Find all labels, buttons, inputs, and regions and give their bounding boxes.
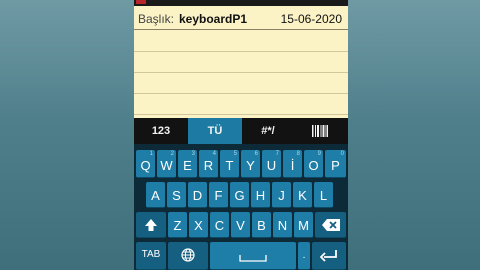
key-a[interactable]: A [146, 182, 165, 208]
key-hint: 3 [191, 151, 195, 157]
key-label: N [277, 218, 288, 233]
space-key[interactable] [210, 242, 296, 270]
key-label: H [255, 188, 266, 203]
space-bar-icon [239, 255, 267, 262]
key-l[interactable]: L [314, 182, 333, 208]
language-key[interactable] [168, 242, 208, 270]
key-v[interactable]: V [231, 212, 250, 238]
key-t[interactable]: 5T [220, 150, 239, 178]
tab-barcode[interactable] [294, 118, 348, 144]
key-label: J [278, 188, 285, 203]
key-q[interactable]: 1Q [136, 150, 155, 178]
key-label: K [298, 188, 307, 203]
key-label: İ [290, 158, 295, 173]
backspace-icon [322, 219, 340, 231]
key-x[interactable]: X [189, 212, 208, 238]
tab-key[interactable]: TAB [136, 242, 166, 270]
key-u[interactable]: 7U [262, 150, 281, 178]
key-label: S [172, 188, 181, 203]
key-label: G [234, 188, 245, 203]
key-hint: 6 [254, 151, 258, 157]
key-m[interactable]: M [294, 212, 313, 238]
key-label: A [151, 188, 160, 203]
key-label: Q [140, 158, 151, 173]
key-label: X [194, 218, 203, 233]
key-p[interactable]: 0P [325, 150, 346, 178]
key-label: M [298, 218, 309, 233]
phone-screen: Başlık: keyboardP1 15-06-2020 123 TÜ #*/ [134, 0, 348, 270]
key-hint: 7 [275, 151, 279, 157]
key-label: W [160, 158, 173, 173]
note-header: Başlık: keyboardP1 15-06-2020 [134, 6, 348, 30]
note-line [134, 93, 348, 94]
note-date: 15-06-2020 [280, 12, 342, 26]
note-line [134, 51, 348, 52]
key-j[interactable]: J [272, 182, 291, 208]
title-label: Başlık: [138, 12, 175, 26]
key-n[interactable]: N [273, 212, 292, 238]
key-label: E [183, 158, 192, 173]
key-label: L [319, 188, 328, 203]
status-indicator-icon [136, 0, 146, 4]
key-label: V [236, 218, 245, 233]
enter-icon [320, 250, 337, 262]
key-hint: 0 [340, 151, 344, 157]
key-h[interactable]: H [251, 182, 270, 208]
keyboard-mode-tabs: 123 TÜ #*/ [134, 118, 348, 144]
shift-arrow-icon [145, 219, 157, 231]
key-f[interactable]: F [209, 182, 228, 208]
key-label: U [266, 158, 277, 173]
shift-key[interactable] [136, 212, 166, 238]
key-z[interactable]: Z [168, 212, 187, 238]
key-label: C [214, 218, 225, 233]
key-label: . [302, 250, 306, 261]
key-label: T [225, 158, 234, 173]
key-c[interactable]: C [210, 212, 229, 238]
key-label: F [214, 188, 223, 203]
key-hint: 4 [212, 151, 216, 157]
key-b[interactable]: B [252, 212, 271, 238]
key-e[interactable]: 3E [178, 150, 197, 178]
key-i-dotted[interactable]: 8İ [283, 150, 302, 178]
note-line [134, 114, 348, 115]
soft-keyboard: 1Q 2W 3E 4R 5T 6Y 7U 8İ 9O 0P A S D F G … [134, 144, 348, 270]
key-label: R [203, 158, 214, 173]
enter-key[interactable] [312, 242, 346, 270]
key-hint: 9 [317, 151, 321, 157]
tab-numbers[interactable]: 123 [134, 118, 188, 144]
key-k[interactable]: K [293, 182, 312, 208]
key-hint: 5 [233, 151, 237, 157]
key-hint: 1 [149, 151, 153, 157]
key-label: Y [246, 158, 255, 173]
key-label: P [331, 158, 340, 173]
key-s[interactable]: S [167, 182, 186, 208]
key-o[interactable]: 9O [304, 150, 323, 178]
tab-symbols[interactable]: #*/ [242, 118, 294, 144]
note-line [134, 72, 348, 73]
key-period[interactable]: . [298, 242, 310, 270]
key-label: Z [173, 218, 182, 233]
key-hint: 8 [296, 151, 300, 157]
key-r[interactable]: 4R [199, 150, 218, 178]
title-value[interactable]: keyboardP1 [179, 12, 247, 26]
key-g[interactable]: G [230, 182, 249, 208]
note-panel[interactable]: Başlık: keyboardP1 15-06-2020 [134, 6, 348, 118]
tab-turkish[interactable]: TÜ [188, 118, 242, 144]
key-y[interactable]: 6Y [241, 150, 260, 178]
key-d[interactable]: D [188, 182, 207, 208]
backspace-key[interactable] [315, 212, 346, 238]
key-label: O [308, 158, 319, 173]
key-hint: 2 [170, 151, 174, 157]
globe-icon [181, 248, 195, 262]
key-w[interactable]: 2W [157, 150, 176, 178]
barcode-icon [312, 125, 328, 137]
key-label: B [257, 218, 266, 233]
key-label: TAB [141, 249, 161, 260]
key-label: D [192, 188, 203, 203]
